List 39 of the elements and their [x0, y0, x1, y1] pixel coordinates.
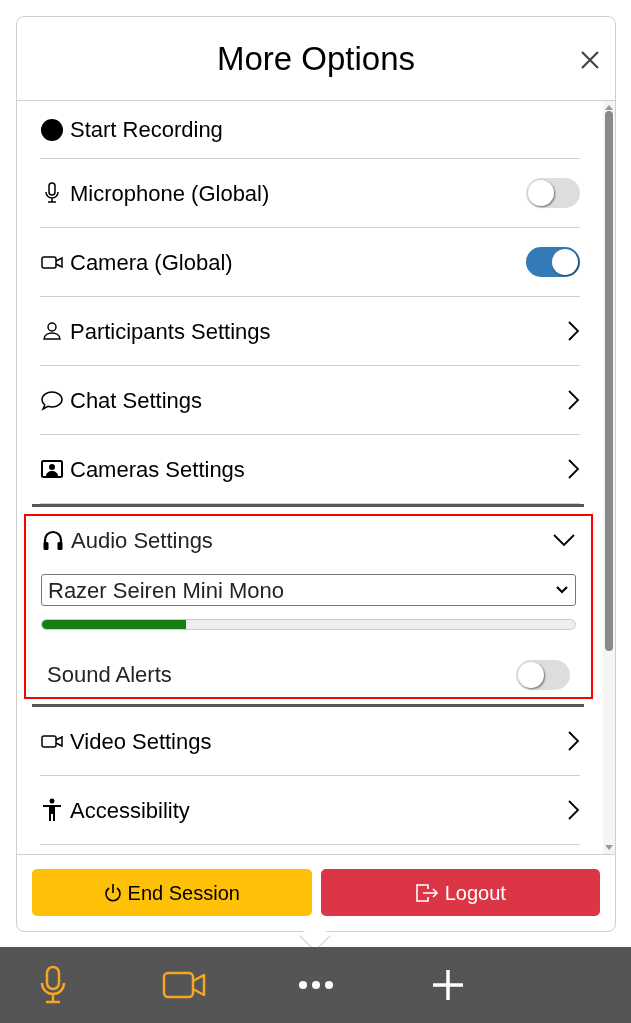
headphones-icon [41, 528, 65, 552]
record-icon [40, 117, 64, 142]
menu-item[interactable]: Accessibility [70, 793, 560, 827]
caret-icon [555, 585, 569, 595]
portrait-icon [40, 457, 64, 481]
toggle-switch[interactable] [526, 178, 580, 208]
scroll-down-icon[interactable] [603, 844, 615, 852]
device-select[interactable]: Razer Seiren Mini Mono [41, 574, 576, 606]
logout-button[interactable]: Logout [320, 869, 600, 916]
menu-item[interactable]: Video Settings [70, 724, 560, 758]
add-icon[interactable] [432, 969, 464, 1001]
toggle-switch[interactable] [516, 659, 570, 690]
chevron-down-icon[interactable] [552, 533, 576, 547]
chat-bubble-icon [40, 388, 64, 412]
toggle-label: Camera (Global) [70, 248, 234, 277]
accessibility-icon [40, 798, 64, 822]
exit-icon [414, 882, 439, 903]
video-camera-icon[interactable] [162, 971, 206, 999]
toggle-label: Sound Alerts [47, 661, 172, 689]
chevron-right-icon[interactable] [566, 730, 580, 752]
menu-item[interactable]: Start Recording [70, 113, 580, 146]
chevron-right-icon[interactable] [566, 458, 580, 480]
toggle-switch[interactable] [526, 247, 580, 277]
more-icon[interactable] [298, 980, 334, 990]
dialog-title: More Options [216, 38, 416, 79]
toggle-label: Microphone (Global) [70, 179, 271, 208]
section-label[interactable]: Audio Settings [71, 523, 546, 557]
chevron-right-icon[interactable] [566, 799, 580, 821]
microphone-icon[interactable] [40, 965, 66, 1005]
chevron-right-icon[interactable] [566, 389, 580, 411]
scrollbar[interactable] [603, 101, 615, 854]
menu-item[interactable]: Chat Settings [70, 383, 560, 417]
end-session-button[interactable]: End Session [32, 869, 312, 916]
person-icon [40, 319, 64, 343]
power-icon [103, 882, 122, 903]
menu-item[interactable]: Cameras Settings [70, 452, 560, 486]
menu-item[interactable]: Participants Settings [70, 314, 560, 348]
chevron-right-icon[interactable] [566, 320, 580, 342]
scroll-up-icon[interactable] [603, 103, 615, 111]
